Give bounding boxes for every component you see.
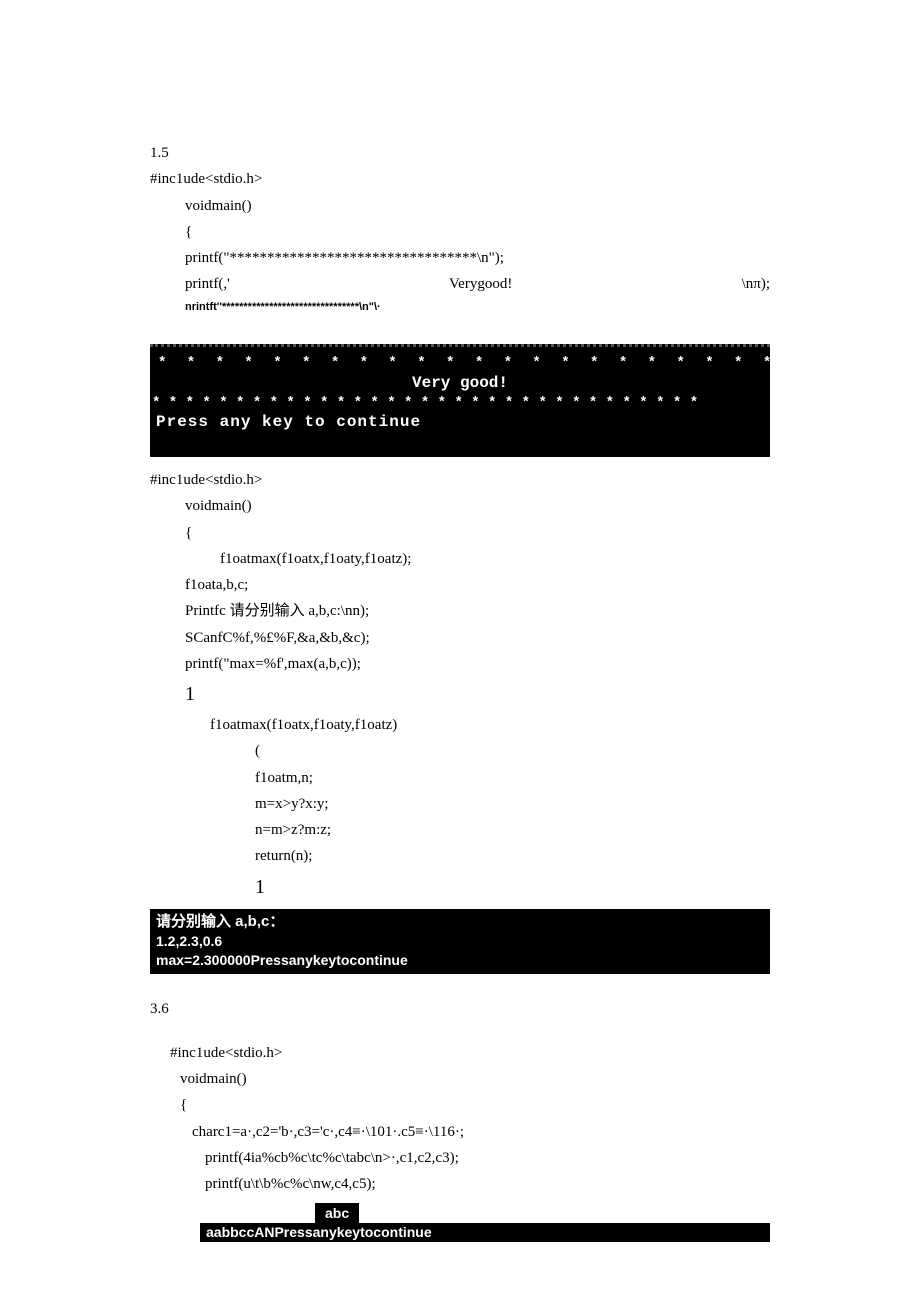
code-line: f1oata,b,c; <box>150 572 770 598</box>
code-line: printf(,' Verygood! \nπ); <box>150 271 770 297</box>
code-line: printf("max=%f',max(a,b,c)); <box>150 651 770 677</box>
code-line: { <box>150 1092 770 1118</box>
code-line: Printfc 请分别输入 a,b,c:\nn); <box>150 598 770 624</box>
console-line: 1.2,2.3,0.6 <box>156 932 764 951</box>
section-heading: 3.6 <box>150 996 770 1022</box>
section-3: 3.6 #inc1ude<stdio.h> voidmain() { charc… <box>150 996 770 1198</box>
console-line: 请分别输入 a,b,c： <box>156 912 764 932</box>
code-line: voidmain() <box>150 493 770 519</box>
code-line: ( <box>150 738 770 764</box>
code-fragment: printf(,' <box>185 271 230 297</box>
code-line: printf("********************************… <box>150 245 770 271</box>
code-line: nrintft''*******************************… <box>150 298 770 317</box>
code-fragment: \nπ); <box>732 271 770 297</box>
code-line: charc1=a·,c2='b·,c3='c·,c4≡·\101·.c5≡·\1… <box>150 1119 770 1145</box>
code-line: printf(u\t\b%c%c\nw,c4,c5); <box>150 1171 770 1197</box>
code-line: 1 <box>150 677 770 712</box>
code-fragment: Verygood! <box>230 271 732 297</box>
section-heading: 1.5 <box>150 140 770 166</box>
console-output-2: 请分别输入 a,b,c： 1.2,2.3,0.6 max=2.300000Pre… <box>150 909 770 974</box>
code-line: #inc1ude<stdio.h> <box>150 1040 770 1066</box>
code-line: voidmain() <box>150 1066 770 1092</box>
console-line: Very good! <box>150 371 770 395</box>
code-line: voidmain() <box>150 193 770 219</box>
code-line: SCanfC%f,%£%F,&a,&b,&c); <box>150 625 770 651</box>
console-output-3: abc aabbccANPressanykeytocontinue <box>200 1203 770 1242</box>
code-line: 1 <box>150 870 770 905</box>
console-line: max=2.300000Pressanykeytocontinue <box>156 951 764 970</box>
section-1: 1.5 #inc1ude<stdio.h> voidmain() { print… <box>150 140 770 316</box>
code-line: { <box>150 219 770 245</box>
code-line: n=m>z?m:z; <box>150 817 770 843</box>
code-line: m=x>y?x:y; <box>150 791 770 817</box>
code-line: return(n); <box>150 843 770 869</box>
console-line: * * * * * * * * * * * * * * * * * * * * … <box>150 395 770 411</box>
code-line: printf(4ia%cb%c\tc%c\tabc\n>·,c1,c2,c3); <box>150 1145 770 1171</box>
code-line: f1oatmax(f1oatx,f1oaty,f1oatz); <box>150 546 770 572</box>
section-2: #inc1ude<stdio.h> voidmain() { f1oatmax(… <box>150 467 770 905</box>
console-line: Press any key to continue <box>150 411 770 431</box>
code-line: { <box>150 520 770 546</box>
code-line: #inc1ude<stdio.h> <box>150 467 770 493</box>
console-output-1: * * * * * * * * * * * * * * * * * * * * … <box>150 344 770 457</box>
code-line: f1oatm,n; <box>150 765 770 791</box>
code-line: #inc1ude<stdio.h> <box>150 166 770 192</box>
console-line: abc <box>315 1203 359 1223</box>
code-line: f1oatmax(f1oatx,f1oaty,f1oatz) <box>150 712 770 738</box>
document-page: 1.5 #inc1ude<stdio.h> voidmain() { print… <box>0 0 920 1302</box>
console-line: aabbccANPressanykeytocontinue <box>200 1223 770 1242</box>
console-line: * * * * * * * * * * * * * * * * * * * * … <box>150 355 770 371</box>
